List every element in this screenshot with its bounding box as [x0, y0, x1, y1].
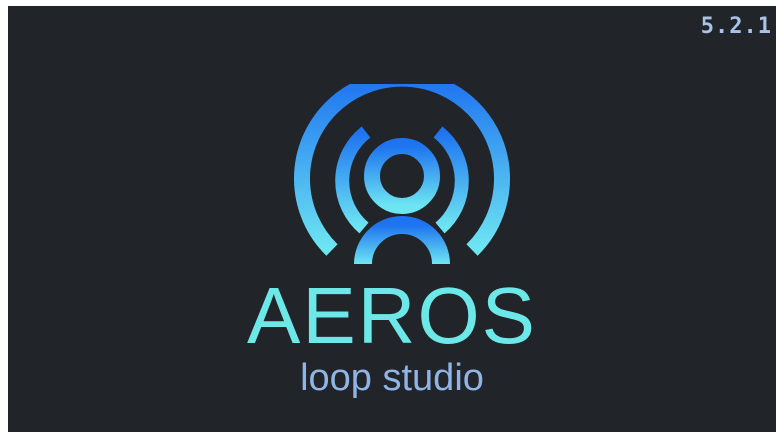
figure-head — [364, 138, 440, 214]
splash-screen: 5.2.1 AEROS loop studio — [8, 6, 776, 432]
brand-tagline: loop studio — [300, 357, 484, 399]
brand-name: AEROS — [246, 271, 538, 360]
aeros-logo-icon — [294, 84, 510, 264]
version-label: 5.2.1 — [700, 14, 772, 39]
inner-wave-arc-left — [335, 126, 371, 234]
inner-wave-arc-right — [433, 126, 469, 234]
figure-shoulders — [354, 216, 450, 264]
